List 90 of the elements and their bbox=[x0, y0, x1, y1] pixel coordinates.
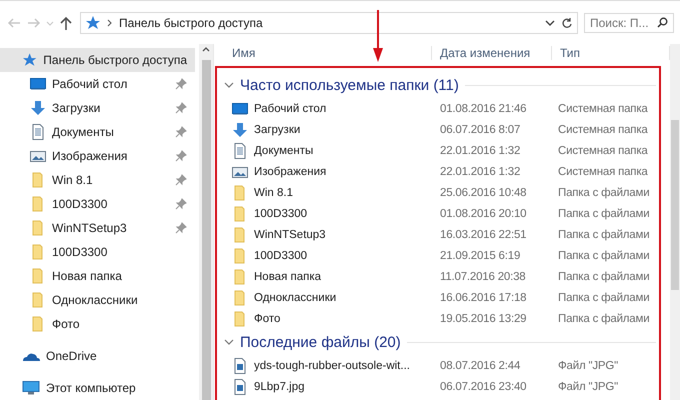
sidebar-item[interactable]: Изображения bbox=[0, 144, 195, 168]
type-cell-text: Системная папка bbox=[557, 102, 649, 114]
type-cell-text: Папка с файлами bbox=[557, 208, 650, 220]
date-cell-text: 19.05.2016 13:29 bbox=[439, 312, 528, 324]
pictures-icon bbox=[30, 148, 46, 164]
pin-icon[interactable] bbox=[175, 174, 187, 186]
file-name[interactable]: Фото bbox=[254, 312, 280, 324]
date-cell-text: 25.06.2016 10:48 bbox=[439, 186, 528, 198]
desktop-icon bbox=[232, 100, 248, 116]
type-cell-text: Папка с файлами bbox=[557, 186, 650, 198]
type-cell-text: Папка с файлами bbox=[557, 228, 650, 240]
expand-chevron-icon[interactable] bbox=[224, 81, 234, 89]
chevron-icon bbox=[107, 18, 113, 26]
star-icon bbox=[85, 14, 101, 30]
image-file-icon bbox=[232, 378, 248, 394]
file-name[interactable]: yds-tough-rubber-outsole-wit... bbox=[254, 360, 410, 372]
date-cell-text: 01.08.2016 21:46 bbox=[439, 102, 528, 114]
type-cell-text: Папка с файлами bbox=[557, 312, 650, 324]
pin-icon[interactable] bbox=[175, 78, 187, 90]
date-cell-text: 11.07.2016 20:38 bbox=[439, 270, 526, 282]
download-arrow-icon bbox=[232, 122, 248, 138]
date-cell-text: 16.03.2016 22:51 bbox=[439, 228, 528, 240]
pin-icon[interactable] bbox=[175, 150, 187, 162]
file-name[interactable]: 100D3300 bbox=[254, 250, 308, 262]
type-cell-text: Файл "JPG" bbox=[557, 380, 619, 392]
star-icon bbox=[22, 52, 38, 68]
sidebar-item[interactable]: Новая папка bbox=[0, 264, 195, 288]
up-arrow-icon[interactable] bbox=[58, 14, 74, 30]
type-cell-text: Системная папка bbox=[557, 124, 649, 136]
file-name[interactable]: Новая папка bbox=[254, 270, 322, 282]
type-cell-text: Папка с файлами bbox=[557, 292, 650, 304]
sidebar-item[interactable]: Загрузки bbox=[0, 96, 195, 120]
scrollbar[interactable] bbox=[670, 44, 680, 400]
sidebar-item[interactable]: 100D3300 bbox=[0, 240, 195, 264]
group-header[interactable]: Часто используемые папки (11) bbox=[240, 76, 459, 94]
file-name[interactable]: WinNTSetup3 bbox=[254, 228, 326, 240]
address-bar[interactable]: Панель быстрого доступа bbox=[80, 12, 578, 34]
document-icon bbox=[30, 124, 46, 140]
file-name[interactable]: Рабочий стол bbox=[254, 102, 326, 114]
date-cell-text: 01.08.2016 20:10 bbox=[439, 208, 528, 220]
scrollbar-thumb[interactable] bbox=[671, 120, 679, 290]
sidebar-item[interactable]: Этот компьютер bbox=[0, 376, 195, 400]
group-header[interactable]: Последние файлы (20) bbox=[240, 334, 401, 350]
sidebar-item[interactable]: Панель быстрого доступа bbox=[0, 48, 195, 72]
date-cell-text: 22.01.2016 1:32 bbox=[439, 144, 522, 156]
file-name[interactable]: 9Lbp7.jpg bbox=[254, 380, 305, 392]
refresh-icon[interactable] bbox=[561, 16, 573, 28]
sidebar-item[interactable]: WinNTSetup3 bbox=[0, 216, 195, 240]
address-path: Панель быстрого доступа bbox=[119, 16, 263, 30]
date-cell-text: 22.01.2016 1:32 bbox=[439, 166, 522, 178]
desktop-icon bbox=[30, 76, 46, 92]
date-cell-text: 06.07.2016 8:07 bbox=[439, 124, 522, 136]
sidebar-item[interactable]: Фото bbox=[0, 312, 195, 336]
file-name[interactable]: Загрузки bbox=[254, 124, 300, 136]
computer-icon bbox=[22, 380, 40, 396]
sidebar-item[interactable]: Win 8.1 bbox=[0, 168, 195, 192]
pin-icon[interactable] bbox=[175, 102, 187, 114]
type-cell-text: Системная папка bbox=[557, 144, 649, 156]
date-cell-text: 06.07.2016 23:40 bbox=[439, 380, 528, 392]
type-cell-text: Системная папка bbox=[557, 166, 649, 178]
scrollbar-thumb[interactable] bbox=[202, 60, 210, 400]
sidebar-item[interactable]: Рабочий стол bbox=[0, 72, 195, 96]
search-field[interactable]: Поиск: П... bbox=[584, 12, 674, 32]
search-icon bbox=[657, 17, 668, 28]
document-icon bbox=[232, 142, 248, 158]
column-header[interactable]: Дата изменения bbox=[432, 46, 552, 60]
sidebar-item[interactable]: Документы bbox=[0, 120, 195, 144]
file-name[interactable]: Одноклассники bbox=[254, 292, 336, 304]
type-cell-text: Папка с файлами bbox=[557, 250, 650, 262]
arrow-annotation bbox=[372, 10, 384, 62]
pin-icon[interactable] bbox=[175, 222, 187, 234]
date-cell-text: 16.06.2016 17:18 bbox=[439, 292, 528, 304]
file-name[interactable]: Документы bbox=[254, 144, 314, 156]
pin-icon[interactable] bbox=[175, 126, 187, 138]
image-file-icon bbox=[232, 358, 248, 374]
sidebar-item[interactable]: OneDrive bbox=[0, 344, 195, 368]
file-name[interactable]: Win 8.1 bbox=[254, 186, 293, 198]
dropdown-caret-icon[interactable] bbox=[545, 18, 555, 28]
scrollbar[interactable] bbox=[199, 44, 213, 400]
expand-chevron-icon[interactable] bbox=[224, 338, 234, 346]
pin-icon[interactable] bbox=[175, 198, 187, 210]
date-cell-text: 21.09.2015 6:19 bbox=[439, 250, 522, 262]
type-cell-text: Файл "JPG" bbox=[557, 360, 619, 372]
file-name[interactable]: Изображения bbox=[254, 166, 326, 178]
download-arrow-icon bbox=[30, 100, 46, 116]
date-cell-text: 08.07.2016 2:44 bbox=[439, 360, 522, 372]
sidebar-item[interactable]: 100D3300 bbox=[0, 192, 195, 216]
sidebar-item[interactable]: Одноклассники bbox=[0, 288, 195, 312]
file-name[interactable]: 100D3300 bbox=[254, 208, 308, 220]
type-cell-text: Папка с файлами bbox=[557, 270, 650, 282]
